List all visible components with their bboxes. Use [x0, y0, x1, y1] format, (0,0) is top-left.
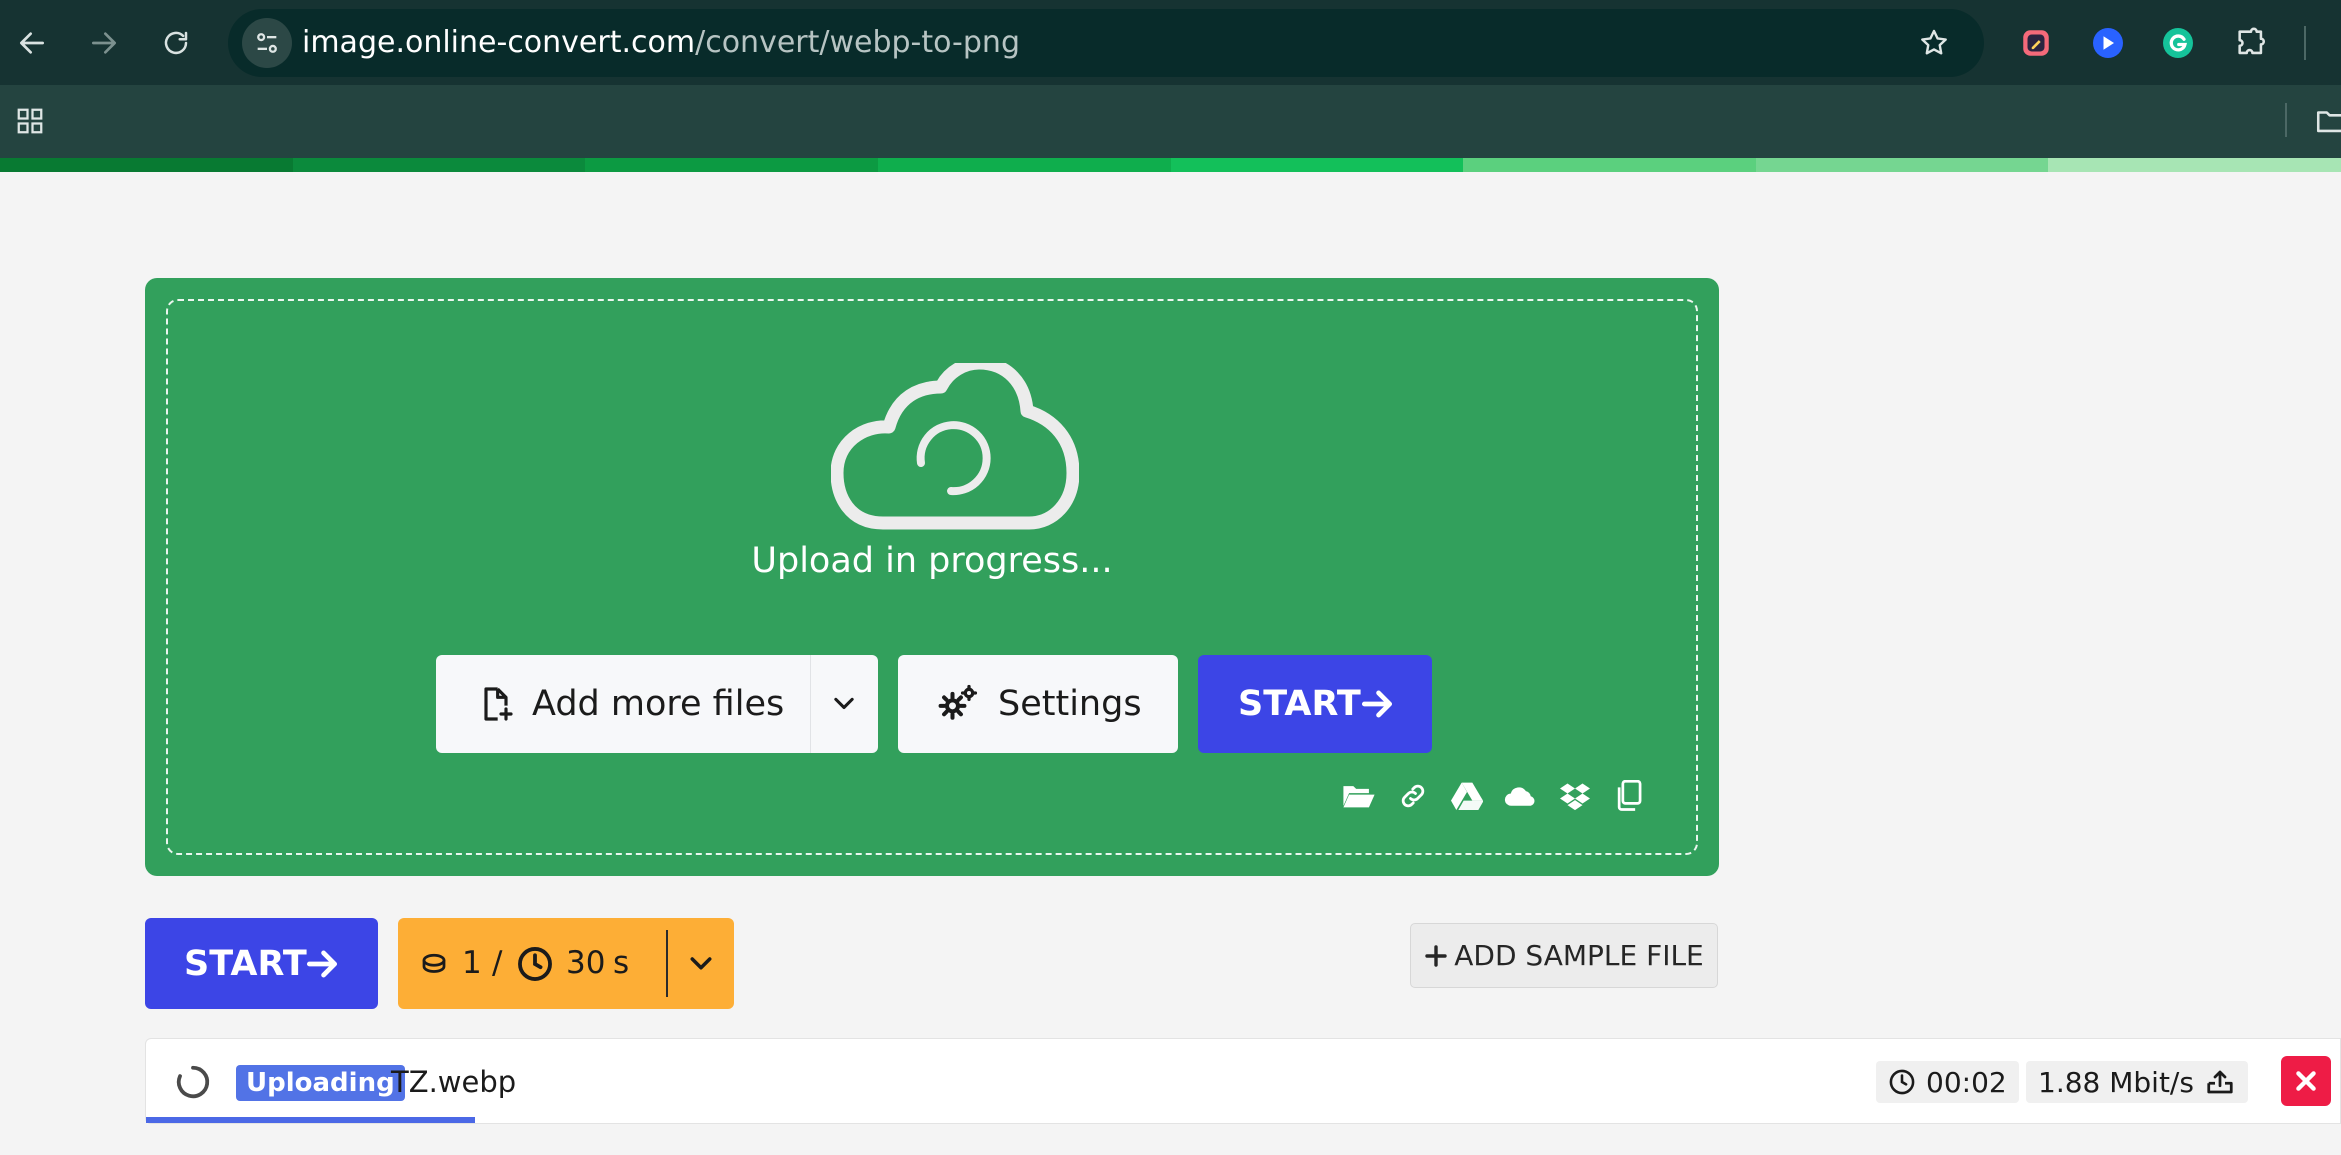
- folder-open-icon[interactable]: [1342, 779, 1376, 813]
- gears-icon: [938, 684, 978, 720]
- cloud-upload-icon: [831, 363, 1079, 530]
- settings-label: Settings: [998, 684, 1142, 724]
- extension-pencil-button[interactable]: [2013, 20, 2059, 66]
- start-label: START: [1238, 684, 1361, 724]
- upload-speed-chip: 1.88 Mbit/s: [2026, 1061, 2248, 1103]
- arrow-right-icon: [1361, 690, 1393, 718]
- extensions-menu-button[interactable]: [2228, 20, 2274, 66]
- apps-grid-icon: [17, 108, 43, 134]
- link-icon[interactable]: [1396, 779, 1430, 813]
- pencil-extension-icon: [2023, 30, 2049, 56]
- drop-zone-border: Upload in progress... Add more files Set…: [166, 299, 1698, 855]
- bookmarks-bar: [0, 85, 2341, 158]
- clock-icon: [518, 947, 552, 981]
- upload-speed: 1.88 Mbit/s: [2038, 1065, 2194, 1099]
- forward-arrow-icon: [92, 32, 116, 54]
- add-file-icon: [484, 687, 513, 721]
- file-list-item: Uploading TZ.webp 00:02 1.88 Mbit/s: [145, 1038, 2341, 1124]
- loading-strip-segment: [1463, 158, 1756, 172]
- arrow-right-icon: [306, 950, 338, 978]
- url-path: /convert/webp-to-png: [695, 25, 1020, 60]
- elapsed-time: 00:02: [1926, 1065, 2007, 1099]
- loading-strip-segment: [877, 158, 1171, 172]
- browser-toolbar: image.online-convert.com/convert/webp-to…: [0, 0, 2341, 85]
- time-unit: s: [613, 945, 630, 981]
- close-icon: [2296, 1071, 2316, 1091]
- reload-icon: [164, 31, 188, 55]
- chevron-down-icon: [834, 697, 854, 710]
- coins-icon: [422, 953, 446, 973]
- spinner-icon: [176, 1065, 210, 1099]
- remove-file-button[interactable]: [2281, 1056, 2331, 1106]
- forward-button[interactable]: [79, 18, 129, 68]
- start-label-secondary: START: [184, 943, 307, 984]
- clipboard-icon[interactable]: [1612, 779, 1646, 813]
- bookmarks-separator: [2285, 103, 2287, 137]
- add-more-files-label: Add more files: [532, 684, 785, 724]
- elapsed-time-chip: 00:02: [1876, 1061, 2019, 1103]
- tune-icon: [257, 33, 277, 53]
- clock-icon: [1889, 1069, 1915, 1095]
- upload-source-icons: [1342, 779, 1646, 813]
- start-button-secondary[interactable]: START: [145, 918, 378, 1009]
- reload-button[interactable]: [151, 18, 201, 68]
- grammarly-icon: [2163, 28, 2193, 58]
- chevron-down-icon: [690, 956, 712, 969]
- address-bar[interactable]: image.online-convert.com/convert/webp-to…: [228, 9, 1984, 77]
- add-more-files-button[interactable]: Add more files: [436, 655, 878, 753]
- add-sample-file-label: ADD SAMPLE FILE: [1454, 939, 1704, 972]
- credits-dropdown-toggle[interactable]: [668, 918, 734, 1009]
- url-host: image.online-convert.com: [302, 25, 696, 60]
- url-text[interactable]: image.online-convert.com/convert/webp-to…: [302, 9, 1020, 77]
- back-arrow-icon: [20, 32, 44, 54]
- credits-value: 1: [462, 945, 482, 981]
- upload-drop-zone[interactable]: Upload in progress... Add more files Set…: [145, 278, 1719, 876]
- onedrive-icon[interactable]: [1504, 779, 1538, 813]
- puzzle-icon: [2238, 27, 2265, 55]
- back-button[interactable]: [7, 18, 57, 68]
- credits-separator: /: [492, 945, 503, 981]
- upload-tray-icon: [2207, 1070, 2233, 1094]
- upload-progress-bar: [146, 1117, 476, 1123]
- add-sample-file-button[interactable]: ADD SAMPLE FILE: [1410, 923, 1718, 988]
- file-name: TZ.webp: [391, 1065, 517, 1099]
- settings-button[interactable]: Settings: [898, 655, 1178, 753]
- folder-icon: [2316, 111, 2341, 133]
- grammarly-button[interactable]: [2155, 20, 2201, 66]
- upload-status-text: Upload in progress...: [751, 541, 1113, 581]
- apps-button[interactable]: [10, 101, 50, 141]
- loading-strip-segment: [1170, 158, 1464, 172]
- status-badge: Uploading: [236, 1065, 405, 1101]
- loading-strip-segment: [292, 158, 586, 172]
- loading-strip-segment: [1755, 158, 2049, 172]
- bookmark-star-button[interactable]: [1914, 23, 1954, 63]
- site-info-button[interactable]: [242, 18, 292, 68]
- start-button-primary[interactable]: START: [1198, 655, 1432, 753]
- bookmark-folder-button[interactable]: [2314, 101, 2341, 141]
- loading-strip-segment: [0, 158, 293, 172]
- add-files-dropdown-toggle[interactable]: [810, 655, 878, 753]
- loading-strip-segment: [585, 158, 878, 172]
- toolbar-separator: [2304, 26, 2306, 60]
- time-value: 30: [566, 945, 606, 981]
- dropbox-icon[interactable]: [1558, 779, 1592, 813]
- extension-blue-button[interactable]: [2085, 20, 2131, 66]
- loading-strip-segment: [2048, 158, 2341, 172]
- star-icon: [1921, 29, 1947, 55]
- plus-icon: [1425, 944, 1447, 967]
- credits-time-button[interactable]: 1 / 30 s: [398, 918, 734, 1009]
- google-drive-icon[interactable]: [1450, 779, 1484, 813]
- page-loading-strip: [0, 158, 2341, 172]
- chat-extension-icon: [2093, 28, 2123, 58]
